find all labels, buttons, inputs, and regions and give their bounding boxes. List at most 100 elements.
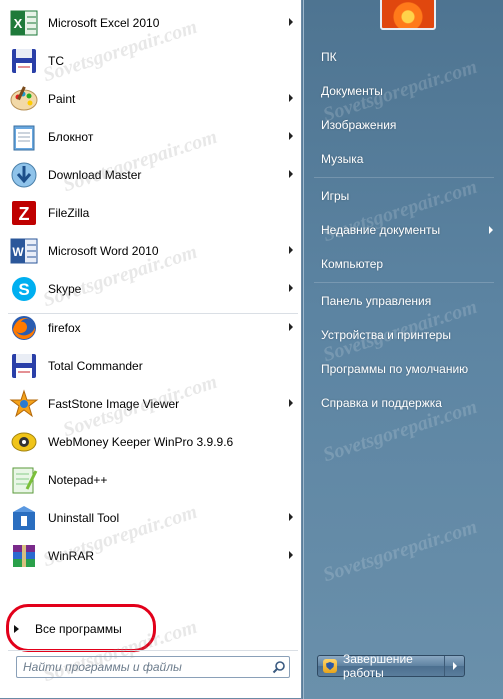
submenu-arrow-icon[interactable] (289, 513, 293, 521)
right-item-devices-printers[interactable]: Устройства и принтеры (304, 318, 503, 352)
floppy-icon (8, 350, 40, 382)
divider (314, 177, 494, 178)
shutdown-options-button[interactable] (444, 656, 464, 676)
right-item-label: Изображения (321, 118, 397, 132)
program-item-notepadpp[interactable]: Notepad++ (0, 461, 302, 499)
program-item-webmoney[interactable]: WebMoney Keeper WinPro 3.9.9.6 (0, 423, 302, 461)
right-item-pictures[interactable]: Изображения (304, 108, 503, 142)
uninstall-tool-icon (8, 502, 40, 534)
program-item-download-master[interactable]: Download Master (0, 156, 302, 194)
program-label: Notepad++ (48, 473, 108, 487)
submenu-arrow-icon[interactable] (289, 551, 293, 559)
program-label: TC (48, 54, 64, 68)
right-item-control-panel[interactable]: Панель управления (304, 284, 503, 318)
notepadpp-icon (8, 464, 40, 496)
submenu-arrow-icon[interactable] (289, 18, 293, 26)
program-label: Total Commander (48, 359, 143, 373)
svg-text:Z: Z (19, 204, 30, 224)
program-item-faststone[interactable]: FastStone Image Viewer (0, 385, 302, 423)
program-label: Microsoft Excel 2010 (48, 16, 160, 30)
places-list: ПК Документы Изображения Музыка Игры Нед… (304, 40, 503, 420)
winrar-icon (8, 540, 40, 572)
floppy-icon (8, 45, 40, 77)
program-item-firefox[interactable]: firefox (0, 309, 302, 347)
notepad-icon (8, 121, 40, 153)
submenu-arrow-icon[interactable] (289, 246, 293, 254)
list-divider (8, 313, 298, 314)
program-item-notepad[interactable]: Блокнот (0, 118, 302, 156)
right-item-label: Игры (321, 189, 350, 203)
right-item-label: Компьютер (321, 257, 384, 271)
submenu-arrow-icon[interactable] (289, 323, 293, 331)
download-master-icon (8, 159, 40, 191)
faststone-icon (8, 388, 40, 420)
submenu-arrow-icon[interactable] (289, 284, 293, 292)
program-label: Microsoft Word 2010 (48, 244, 159, 258)
program-label: Download Master (48, 168, 142, 182)
shutdown-button[interactable]: Завершение работы (317, 652, 465, 680)
svg-text:S: S (18, 280, 29, 299)
right-item-music[interactable]: Музыка (304, 142, 503, 176)
program-item-uninstall-tool[interactable]: Uninstall Tool (0, 499, 302, 537)
right-item-label: Музыка (321, 152, 364, 166)
program-item-excel[interactable]: X Microsoft Excel 2010 (0, 4, 302, 42)
submenu-arrow-icon[interactable] (489, 226, 493, 234)
right-item-computer[interactable]: Компьютер (304, 247, 503, 281)
program-label: Блокнот (48, 130, 94, 144)
user-picture[interactable] (380, 0, 436, 30)
firefox-icon (8, 312, 40, 344)
program-label: WinRAR (48, 549, 95, 563)
right-item-label: ПК (321, 50, 337, 64)
submenu-arrow-icon[interactable] (289, 132, 293, 140)
right-item-pc[interactable]: ПК (304, 40, 503, 74)
start-menu-right-panel: ПК Документы Изображения Музыка Игры Нед… (303, 0, 503, 699)
word-icon: W (8, 235, 40, 267)
shutdown-label: Завершение работы (343, 652, 413, 680)
right-item-documents[interactable]: Документы (304, 74, 503, 108)
search-box[interactable] (16, 656, 290, 678)
search-input[interactable] (17, 657, 269, 677)
excel-icon: X (8, 7, 40, 39)
right-item-default-programs[interactable]: Программы по умолчанию (304, 352, 503, 386)
search-divider (8, 650, 298, 651)
right-item-help-support[interactable]: Справка и поддержка (304, 386, 503, 420)
submenu-arrow-icon[interactable] (289, 170, 293, 178)
program-item-tc[interactable]: TC (0, 42, 302, 80)
paint-icon (8, 83, 40, 115)
program-item-total-commander[interactable]: Total Commander (0, 347, 302, 385)
right-item-label: Документы (321, 84, 383, 98)
divider (314, 282, 494, 283)
svg-text:X: X (14, 16, 23, 31)
program-label: Uninstall Tool (48, 511, 120, 525)
right-item-games[interactable]: Игры (304, 179, 503, 213)
program-label: FastStone Image Viewer (48, 397, 180, 411)
svg-text:W: W (12, 245, 24, 259)
search-icon[interactable] (269, 657, 289, 677)
submenu-arrow-icon[interactable] (289, 399, 293, 407)
right-item-label: Справка и поддержка (321, 396, 442, 410)
program-item-word[interactable]: W Microsoft Word 2010 (0, 232, 302, 270)
start-menu-left-panel: X Microsoft Excel 2010 TC Paint Блокнот (0, 0, 302, 699)
right-item-label: Панель управления (321, 294, 432, 308)
program-label: firefox (48, 321, 81, 335)
right-item-label: Недавние документы (321, 223, 441, 237)
program-label: WebMoney Keeper WinPro 3.9.9.6 (48, 435, 234, 449)
submenu-arrow-icon[interactable] (289, 94, 293, 102)
highlight-annotation (6, 604, 156, 652)
program-label: FileZilla (48, 206, 90, 220)
shield-icon (323, 659, 337, 673)
right-item-label: Программы по умолчанию (321, 362, 469, 376)
program-label: Paint (48, 92, 76, 106)
filezilla-icon: Z (8, 197, 40, 229)
program-item-filezilla[interactable]: Z FileZilla (0, 194, 302, 232)
skype-icon: S (8, 273, 40, 305)
chevron-right-icon (452, 662, 457, 670)
right-item-label: Устройства и принтеры (321, 328, 451, 342)
right-item-recent-documents[interactable]: Недавние документы (304, 213, 503, 247)
program-item-skype[interactable]: S Skype (0, 270, 302, 308)
program-list: X Microsoft Excel 2010 TC Paint Блокнот (0, 4, 302, 575)
program-item-winrar[interactable]: WinRAR (0, 537, 302, 575)
program-item-paint[interactable]: Paint (0, 80, 302, 118)
program-label: Skype (48, 282, 82, 296)
webmoney-icon (8, 426, 40, 458)
